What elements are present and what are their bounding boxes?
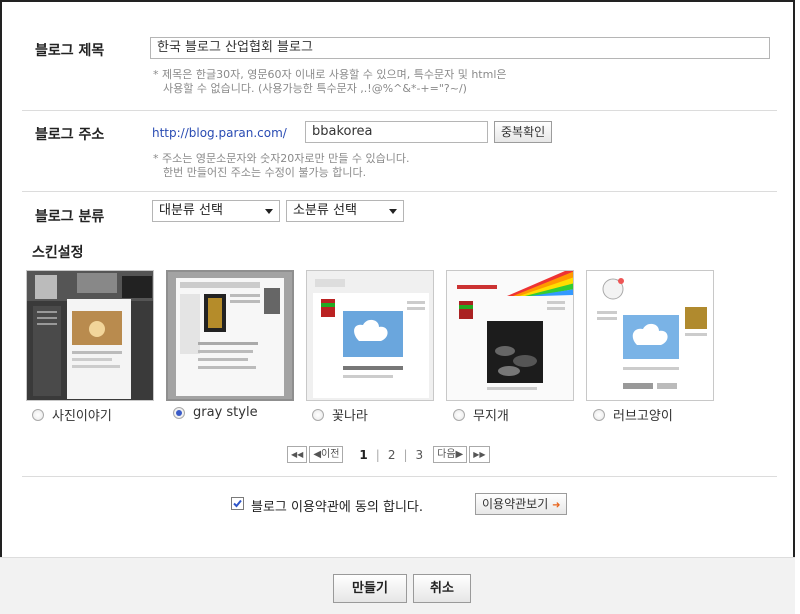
address-prefix: http://blog.paran.com/: [152, 126, 287, 140]
skin-option-gray-style[interactable]: gray style: [173, 405, 258, 420]
blog-create-form: 블로그 제목 한국 블로그 산업협회 블로그 * 제목은 한글30자, 영문60…: [0, 0, 795, 613]
cancel-button[interactable]: 취소: [413, 574, 471, 603]
skin-pager: ◀◀ ◀이전 1 | 2 | 3 다음▶ ▶▶: [287, 446, 490, 463]
chevron-down-icon: [265, 209, 273, 214]
category-major-select[interactable]: 대분류 선택: [152, 200, 280, 222]
skin-option-label: gray style: [193, 405, 258, 420]
radio-icon[interactable]: [32, 408, 44, 421]
skin-setting-label: 스킨설정: [32, 245, 84, 261]
skin-thumbnail-gray-style[interactable]: [166, 270, 294, 401]
skin-preview-image: [587, 271, 713, 400]
pager-last-button[interactable]: ▶▶: [469, 446, 490, 463]
skin-thumbnail-photo-story[interactable]: [26, 270, 154, 401]
view-terms-button[interactable]: 이용약관보기 ➜: [475, 493, 568, 515]
pager-page-2[interactable]: 2: [388, 448, 396, 462]
skin-option-love-cat[interactable]: 러브고양이: [593, 405, 673, 424]
pager-next-button[interactable]: 다음▶: [433, 446, 468, 463]
divider: [22, 110, 777, 111]
checkmark-icon: [233, 499, 242, 508]
skin-option-label: 무지개: [473, 409, 509, 424]
address-note-1: * 주소는 영문소문자와 숫자20자로만 만들 수 있습니다.: [153, 152, 410, 165]
skin-option-label: 러브고양이: [613, 409, 673, 424]
blog-title-input[interactable]: 한국 블로그 산업협회 블로그: [150, 37, 770, 59]
skin-option-rainbow[interactable]: 무지개: [453, 405, 509, 424]
create-button[interactable]: 만들기: [333, 574, 407, 603]
skin-thumbnail-rainbow[interactable]: [446, 270, 574, 401]
skin-option-photo-story[interactable]: 사진이야기: [32, 405, 112, 424]
skin-preview-image: [168, 272, 292, 399]
arrow-right-icon: ➜: [552, 500, 561, 511]
pager-page-3[interactable]: 3: [416, 448, 424, 462]
address-note-2: 한번 만들어진 주소는 수정이 불가능 합니다.: [163, 166, 367, 179]
skin-option-label: 꽃나라: [332, 409, 368, 424]
category-major-value: 대분류 선택: [159, 203, 223, 218]
divider: [22, 476, 777, 477]
agree-text: 블로그 이용약관에 동의 합니다.: [251, 500, 424, 515]
pager-separator: |: [375, 447, 380, 462]
skin-preview-image: [447, 271, 573, 400]
view-terms-label: 이용약관보기: [482, 497, 549, 511]
category-minor-select[interactable]: 소분류 선택: [286, 200, 404, 222]
pager-first-button[interactable]: ◀◀: [287, 446, 308, 463]
radio-icon[interactable]: [312, 408, 324, 421]
blog-title-note-2: 사용할 수 없습니다. (사용가능한 특수문자 ,.!@%^&*-+="?~/): [163, 82, 467, 95]
blog-address-input[interactable]: bbakorea: [305, 121, 488, 143]
chevron-down-icon: [389, 209, 397, 214]
skin-preview-image: [307, 271, 433, 400]
blog-category-label: 블로그 분류: [35, 209, 105, 225]
skin-option-flower-land[interactable]: 꽃나라: [312, 405, 368, 424]
skin-thumbnail-love-cat[interactable]: [586, 270, 714, 401]
skin-thumbnail-flower-land[interactable]: [306, 270, 434, 401]
blog-title-label: 블로그 제목: [35, 43, 105, 59]
radio-icon[interactable]: [453, 408, 465, 421]
agree-checkbox[interactable]: [231, 497, 244, 510]
pager-page-1[interactable]: 1: [359, 448, 367, 462]
category-minor-value: 소분류 선택: [293, 203, 357, 218]
skin-preview-image: [27, 271, 153, 400]
skin-option-label: 사진이야기: [52, 409, 112, 424]
duplicate-check-button[interactable]: 중복확인: [494, 121, 553, 143]
radio-icon[interactable]: [593, 408, 605, 421]
blog-title-note-1: * 제목은 한글30자, 영문60자 이내로 사용할 수 있으며, 특수문자 및…: [153, 68, 507, 81]
pager-prev-button[interactable]: ◀이전: [309, 446, 344, 463]
radio-selected-icon[interactable]: [173, 406, 185, 419]
blog-address-label: 블로그 주소: [35, 127, 105, 143]
pager-separator: |: [403, 447, 408, 462]
divider: [22, 191, 777, 192]
